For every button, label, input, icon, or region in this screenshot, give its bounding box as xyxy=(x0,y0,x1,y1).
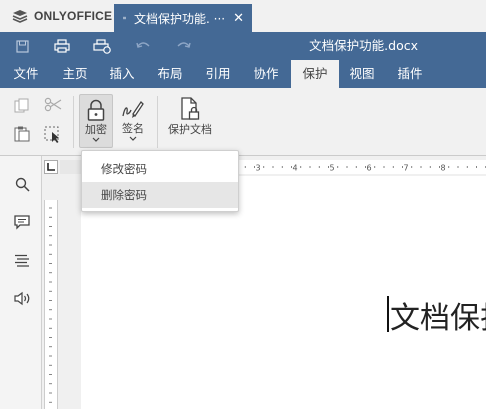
protection-toolbar: 加密 签名 保护文档 xyxy=(0,88,486,156)
menu-view[interactable]: 视图 xyxy=(342,60,382,88)
save-icon[interactable] xyxy=(10,32,34,60)
chevron-down-icon xyxy=(92,137,100,142)
paste-icon[interactable] xyxy=(14,126,30,145)
document-lock-icon xyxy=(181,97,200,120)
hamburger-icon xyxy=(123,16,127,20)
left-sidebar xyxy=(0,156,42,409)
menu-layout[interactable]: 布局 xyxy=(150,60,190,88)
document-tab-title: 文档保护功能. ··· xyxy=(134,11,226,26)
cut-icon[interactable] xyxy=(44,97,62,116)
title-tab-bar: ONLYOFFICE 文档保护功能. ··· ✕ xyxy=(0,0,486,32)
ruler-number: 7 xyxy=(403,164,408,173)
toolbar-separator xyxy=(73,96,74,148)
select-all-icon[interactable] xyxy=(44,126,61,146)
change-password-item[interactable]: 修改密码 xyxy=(82,156,238,182)
quick-print-icon[interactable] xyxy=(90,32,114,60)
signature-button[interactable]: 签名 xyxy=(117,94,149,148)
speaker-icon[interactable] xyxy=(11,287,33,309)
copy-icon[interactable] xyxy=(14,98,30,117)
onlyoffice-logo-icon xyxy=(12,10,28,23)
delete-password-item[interactable]: 删除密码 xyxy=(82,182,238,208)
main-menu: 文件 主页 插入 布局 引用 协作 保护 视图 插件 xyxy=(0,60,486,88)
search-icon[interactable] xyxy=(11,173,33,195)
document-body-text[interactable]: 文档保护 xyxy=(390,293,486,337)
print-icon[interactable] xyxy=(50,32,74,60)
menu-collaboration[interactable]: 协作 xyxy=(246,60,286,88)
close-icon[interactable]: ✕ xyxy=(233,11,244,26)
ruler-number: 5 xyxy=(329,164,334,173)
text-cursor xyxy=(387,296,389,332)
chevron-down-icon xyxy=(129,136,137,141)
ruler-number: 4 xyxy=(292,164,297,173)
menu-file[interactable]: 文件 xyxy=(6,60,46,88)
menu-insert[interactable]: 插入 xyxy=(102,60,142,88)
menu-protection[interactable]: 保护 xyxy=(291,60,339,88)
signature-label: 签名 xyxy=(122,122,144,135)
lock-icon xyxy=(87,99,105,121)
brand-name: ONLYOFFICE xyxy=(34,9,113,23)
app-header: 文档保护功能.docx xyxy=(0,32,486,60)
menu-plugins[interactable]: 插件 xyxy=(390,60,430,88)
comment-icon[interactable] xyxy=(11,211,33,233)
redo-icon[interactable] xyxy=(171,32,195,60)
encrypt-dropdown-menu: 修改密码 删除密码 xyxy=(81,150,239,212)
ruler-number: 3 xyxy=(255,164,260,173)
signature-pen-icon xyxy=(122,100,144,118)
toolbar-separator xyxy=(157,96,158,148)
brand[interactable]: ONLYOFFICE xyxy=(12,0,112,32)
menu-home[interactable]: 主页 xyxy=(55,60,95,88)
ruler-number: 8 xyxy=(440,164,445,173)
document-title: 文档保护功能.docx xyxy=(309,38,418,53)
ruler-number: 6 xyxy=(366,164,371,173)
protect-document-label: 保护文档 xyxy=(168,123,212,136)
vertical-ruler-ticks xyxy=(49,207,52,403)
navigation-icon[interactable] xyxy=(11,249,33,271)
encrypt-label: 加密 xyxy=(85,123,107,136)
encrypt-button[interactable]: 加密 xyxy=(79,94,113,148)
protect-document-button[interactable]: 保护文档 xyxy=(164,94,216,148)
menu-references[interactable]: 引用 xyxy=(198,60,238,88)
undo-icon[interactable] xyxy=(131,32,155,60)
tab-stop-selector[interactable] xyxy=(44,160,58,174)
vertical-ruler[interactable] xyxy=(44,200,58,409)
document-tab[interactable]: 文档保护功能. ··· ✕ xyxy=(114,4,252,32)
